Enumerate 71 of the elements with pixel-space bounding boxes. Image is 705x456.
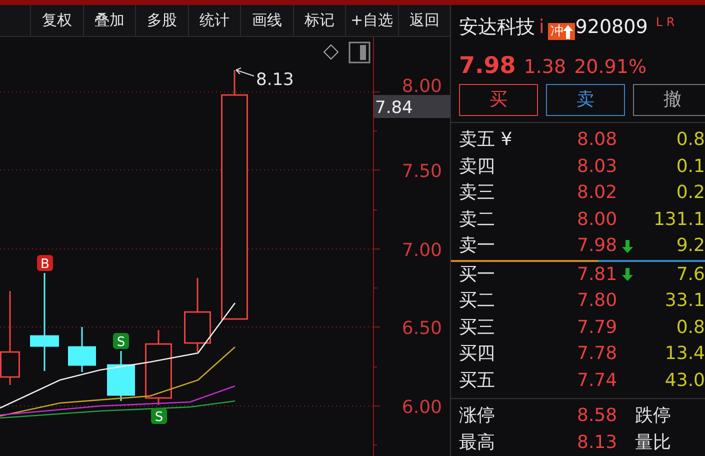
- high-price-label: 8.13: [256, 70, 294, 90]
- order-level-label: 卖三: [459, 181, 496, 205]
- arrow-icon: [236, 68, 254, 76]
- candlestick: [68, 327, 96, 372]
- toolbar-button[interactable]: 叠加: [82, 5, 135, 36]
- order-price: 8.03: [577, 154, 618, 178]
- toolbar-button[interactable]: +自选: [345, 5, 398, 36]
- order-volume: 7.6: [675, 262, 705, 286]
- axis-label: 7.00: [402, 240, 442, 261]
- change-percent: 20.91%: [574, 55, 647, 80]
- order-price: 8.00: [577, 208, 618, 232]
- stat-value: 8.13: [577, 430, 618, 454]
- panel-toggle-icon[interactable]: [348, 42, 370, 64]
- order-price: 8.08: [577, 128, 618, 152]
- stock-flags: L R: [656, 14, 675, 31]
- toolbar-button[interactable]: 返回: [398, 5, 450, 36]
- order-level-label: 买一: [459, 262, 496, 286]
- axis-label: 6.50: [402, 318, 442, 339]
- trade-button[interactable]: 卖: [546, 84, 625, 116]
- order-price: 7.80: [577, 289, 618, 313]
- current-price-label: 7.84: [374, 95, 450, 118]
- up-arrow-icon: [563, 24, 574, 38]
- order-level-label: 卖五 ¥: [459, 128, 514, 152]
- order-price: 7.74: [577, 368, 618, 392]
- order-volume: 9.2: [675, 234, 705, 258]
- axis-label: 8.00: [402, 76, 442, 97]
- order-level-label: 买四: [459, 342, 496, 366]
- signal-marker: S: [113, 333, 129, 350]
- order-level-label: 卖二: [459, 208, 496, 232]
- stock-name: 安达科技: [459, 15, 535, 40]
- order-price: 7.98: [577, 234, 618, 258]
- order-volume: 33.1: [664, 289, 705, 313]
- order-price: 8.02: [577, 181, 618, 205]
- candlestick: [107, 351, 135, 401]
- order-level-label: 买二: [459, 289, 496, 313]
- order-level-label: 卖四: [459, 154, 496, 178]
- order-level-label: 买五: [459, 368, 496, 392]
- diamond-icon[interactable]: [323, 44, 339, 60]
- order-volume: 13.4: [664, 342, 705, 366]
- order-volume: 0.8: [675, 316, 705, 340]
- order-volume: 131.1: [652, 208, 705, 232]
- toolbar-button[interactable]: 统计: [188, 5, 240, 36]
- order-volume: 0.2: [675, 181, 705, 205]
- toolbar-button[interactable]: 标记: [292, 5, 345, 36]
- signal-marker: S: [151, 408, 167, 425]
- order-price: 7.79: [577, 316, 618, 340]
- trade-button[interactable]: 买: [459, 84, 538, 116]
- order-level-label: 买三: [459, 316, 496, 340]
- stat-label: 最高: [459, 430, 496, 454]
- stat-label: 量比: [635, 430, 671, 454]
- stock-code: 920809: [575, 15, 648, 40]
- order-volume: 43.0: [664, 368, 705, 392]
- last-price: 7.98: [459, 52, 516, 82]
- toolbar-button[interactable]: 画线: [240, 5, 292, 36]
- order-volume: 0.1: [675, 154, 705, 178]
- order-price: 7.78: [577, 342, 618, 366]
- price-change: 1.38: [524, 55, 566, 80]
- trade-button[interactable]: 撤: [633, 84, 705, 116]
- order-volume: 0.8: [675, 128, 705, 152]
- limit-badge: 冲: [548, 23, 576, 40]
- info-mark[interactable]: i: [539, 13, 544, 42]
- axis-label: 6.00: [402, 397, 442, 418]
- axis-label: 7.50: [402, 161, 442, 182]
- stat-label: 涨停: [459, 404, 496, 428]
- stat-label: 跌停: [635, 404, 671, 428]
- order-price: 7.81: [577, 262, 618, 286]
- toolbar-button[interactable]: 复权: [30, 5, 82, 36]
- signal-marker: B: [37, 255, 53, 272]
- order-level-label: 卖一: [459, 234, 496, 258]
- toolbar-button[interactable]: 多股: [135, 5, 188, 36]
- stat-value: 8.58: [577, 404, 618, 428]
